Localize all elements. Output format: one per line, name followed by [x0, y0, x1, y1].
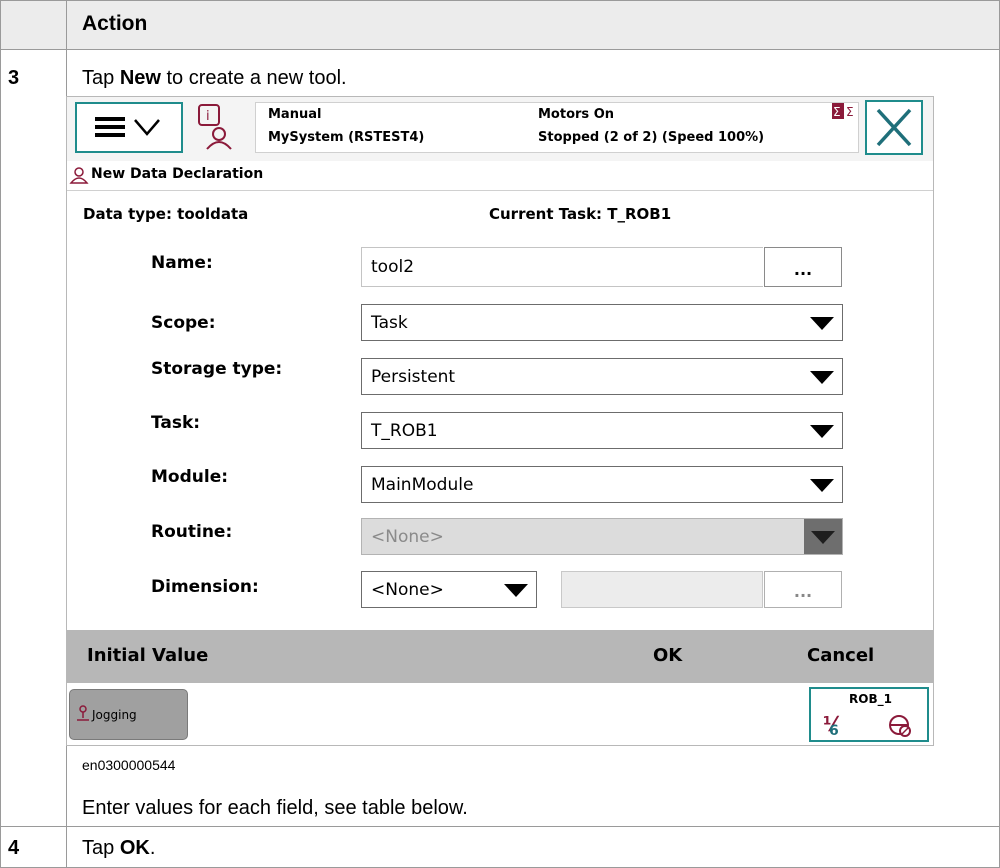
initial-value-button[interactable]: Initial Value: [87, 645, 208, 666]
name-field[interactable]: tool2: [361, 247, 763, 287]
step-keyword: OK: [119, 837, 150, 859]
hamburger-icon: [95, 117, 160, 137]
window-title-bar: New Data Declaration: [67, 161, 933, 191]
storage-type-dropdown[interactable]: Persistent: [361, 358, 843, 395]
dimension-value-field: [561, 571, 763, 608]
command-bar: Initial Value OK Cancel: [67, 630, 933, 683]
system-name: MySystem (RSTEST4): [268, 130, 425, 145]
table-border: [0, 826, 1000, 827]
instruction-text: Enter values for each field, see table b…: [82, 797, 468, 819]
main-menu-button[interactable]: [75, 102, 183, 153]
scope-label: Scope:: [151, 313, 216, 333]
table-header-action: Action: [82, 12, 148, 35]
routine-label: Routine:: [151, 522, 233, 542]
table-header: [0, 0, 1000, 49]
module-dropdown[interactable]: MainModule: [361, 466, 843, 503]
robot-selector-button[interactable]: ROB_1 ⅟ 6: [809, 687, 929, 742]
table-border: [0, 0, 1, 868]
storage-type-label: Storage type:: [151, 359, 283, 379]
name-keyboard-button[interactable]: ...: [764, 247, 842, 287]
status-panel: Manual MySystem (RSTEST4) Motors On Stop…: [255, 102, 859, 153]
scope-dropdown[interactable]: Task: [361, 304, 843, 341]
module-label: Module:: [151, 467, 229, 487]
routine-dropdown: <None>: [361, 518, 843, 555]
chevron-down-icon: [810, 317, 834, 330]
svg-text:Σ: Σ: [833, 105, 841, 119]
svg-text:Σ: Σ: [846, 105, 854, 119]
close-button[interactable]: [865, 100, 923, 155]
dimension-label: Dimension:: [151, 577, 259, 597]
task-dropdown[interactable]: T_ROB1: [361, 412, 843, 449]
figure-id: en0300000544: [82, 757, 176, 773]
step-text: Tap New to create a new tool.: [82, 67, 347, 89]
dimension-keyboard-button: ...: [764, 571, 842, 608]
robot-status-icon: Σ Σ: [832, 103, 854, 119]
current-task-label: Current Task: T_ROB1: [489, 205, 672, 223]
name-label: Name:: [151, 253, 213, 273]
jogging-button[interactable]: Jogging: [69, 689, 188, 740]
chevron-down-icon: [810, 479, 834, 492]
step-text: Tap OK.: [82, 837, 156, 859]
table-border: [0, 49, 1000, 50]
event-log-icon[interactable]: i: [197, 103, 233, 153]
close-icon: [876, 108, 912, 147]
step-number: 3: [8, 67, 20, 89]
dimension-dropdown[interactable]: <None>: [361, 571, 537, 608]
motors-state: Motors On: [538, 107, 614, 122]
program-state: Stopped (2 of 2) (Speed 100%): [538, 130, 765, 145]
robot-name: ROB_1: [849, 692, 892, 706]
task-label: Task:: [151, 413, 201, 433]
operating-mode: Manual: [268, 107, 322, 122]
data-declaration-icon: [69, 167, 89, 184]
jogging-icon: [77, 705, 89, 721]
chevron-down-icon: [810, 371, 834, 384]
cancel-button[interactable]: Cancel: [807, 645, 874, 666]
step-number: 4: [8, 837, 20, 859]
ok-button[interactable]: OK: [653, 645, 682, 666]
svg-text:6: 6: [829, 723, 839, 739]
chevron-down-icon: [504, 584, 528, 597]
flexpendant-screen: i Manual MySystem (RSTEST4) Motors On St…: [66, 96, 934, 746]
window-title: New Data Declaration: [91, 166, 264, 182]
chevron-down-icon: [810, 425, 834, 438]
status-bar: i Manual MySystem (RSTEST4) Motors On St…: [67, 97, 933, 161]
mechanical-unit-icon: ⅟ 6: [823, 712, 911, 739]
table-border: [0, 0, 1000, 1]
data-type-label: Data type: tooldata: [83, 205, 249, 223]
svg-text:i: i: [206, 109, 210, 124]
chevron-down-icon: [811, 531, 835, 544]
step-keyword: New: [119, 67, 161, 89]
